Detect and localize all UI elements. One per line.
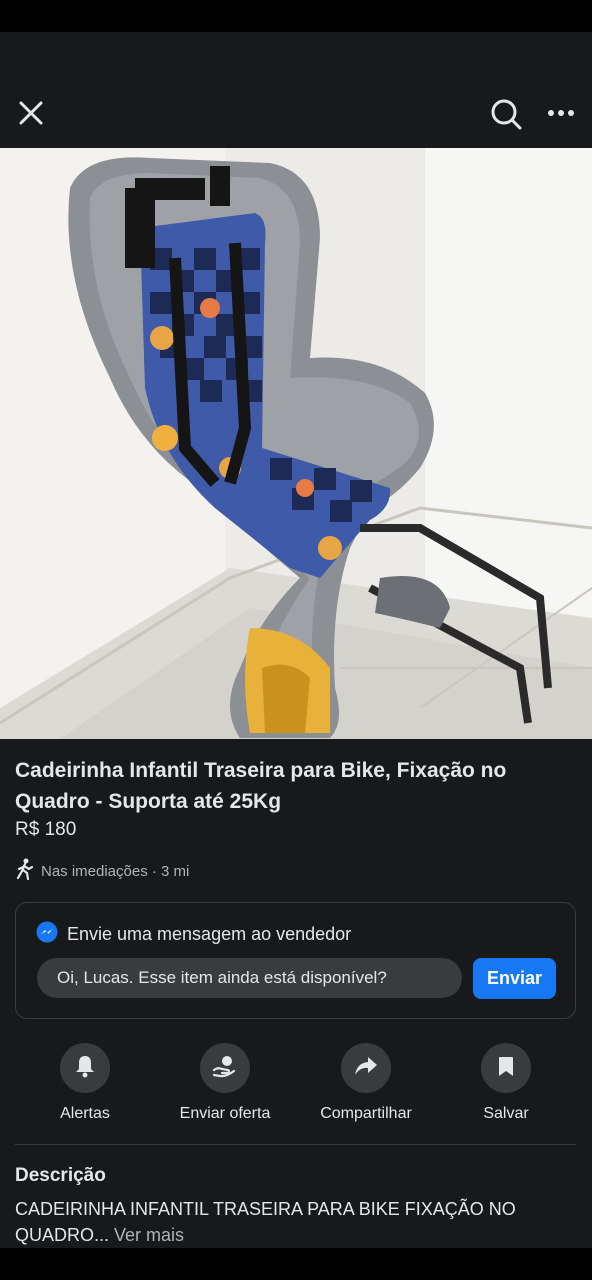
share-button[interactable]: Compartilhar bbox=[296, 1043, 436, 1123]
share-icon bbox=[354, 1055, 378, 1082]
walking-person-icon bbox=[15, 858, 35, 884]
message-seller-card: Envie uma mensagem ao vendedor Enviar bbox=[15, 902, 576, 1019]
listing-actions: Alertas Enviar oferta Compartilhar Salva… bbox=[0, 1043, 592, 1125]
more-horizontal-icon[interactable] bbox=[544, 98, 578, 128]
alerts-button[interactable]: Alertas bbox=[15, 1043, 155, 1123]
bottom-bar bbox=[0, 1248, 592, 1280]
alerts-icon-circle bbox=[60, 1043, 110, 1093]
message-card-heading: Envie uma mensagem ao vendedor bbox=[67, 924, 352, 944]
see-more-link[interactable]: Ver mais bbox=[114, 1225, 184, 1245]
alerts-label: Alertas bbox=[60, 1105, 110, 1122]
save-button[interactable]: Salvar bbox=[436, 1043, 576, 1123]
messenger-icon bbox=[36, 921, 58, 948]
message-card-header: Envie uma mensagem ao vendedor bbox=[36, 921, 351, 948]
listing-photo[interactable] bbox=[0, 148, 592, 739]
send-message-button[interactable]: Enviar bbox=[473, 958, 556, 999]
share-icon-circle bbox=[341, 1043, 391, 1093]
message-input[interactable] bbox=[37, 958, 462, 998]
listing-title: Cadeirinha Infantil Traseira para Bike, … bbox=[15, 759, 507, 813]
bell-icon bbox=[74, 1054, 96, 1083]
close-icon[interactable] bbox=[14, 96, 48, 130]
listing-details: Cadeirinha Infantil Traseira para Bike, … bbox=[0, 739, 592, 1248]
top-navigation-bar bbox=[0, 32, 592, 148]
bookmark-icon bbox=[497, 1055, 515, 1082]
send-offer-label: Enviar oferta bbox=[179, 1105, 271, 1122]
child-bike-seat-photo bbox=[0, 148, 592, 739]
save-label: Salvar bbox=[483, 1105, 529, 1122]
description-text: CADEIRINHA INFANTIL TRASEIRA PARA BIKE F… bbox=[15, 1196, 580, 1248]
offer-icon bbox=[212, 1054, 238, 1083]
share-label: Compartilhar bbox=[320, 1105, 412, 1122]
description-body: CADEIRINHA INFANTIL TRASEIRA PARA BIKE F… bbox=[15, 1199, 516, 1245]
search-icon[interactable] bbox=[488, 96, 524, 132]
status-bar bbox=[0, 0, 592, 32]
listing-price: R$ 180 bbox=[15, 819, 77, 840]
section-divider bbox=[15, 1144, 576, 1145]
save-icon-circle bbox=[481, 1043, 531, 1093]
location-text: Nas imediações · 3 mi bbox=[41, 862, 190, 880]
send-offer-button[interactable]: Enviar oferta bbox=[155, 1043, 295, 1123]
description-title: Descrição bbox=[15, 1165, 106, 1186]
listing-location[interactable]: Nas imediações · 3 mi bbox=[15, 858, 189, 884]
offer-icon-circle bbox=[200, 1043, 250, 1093]
